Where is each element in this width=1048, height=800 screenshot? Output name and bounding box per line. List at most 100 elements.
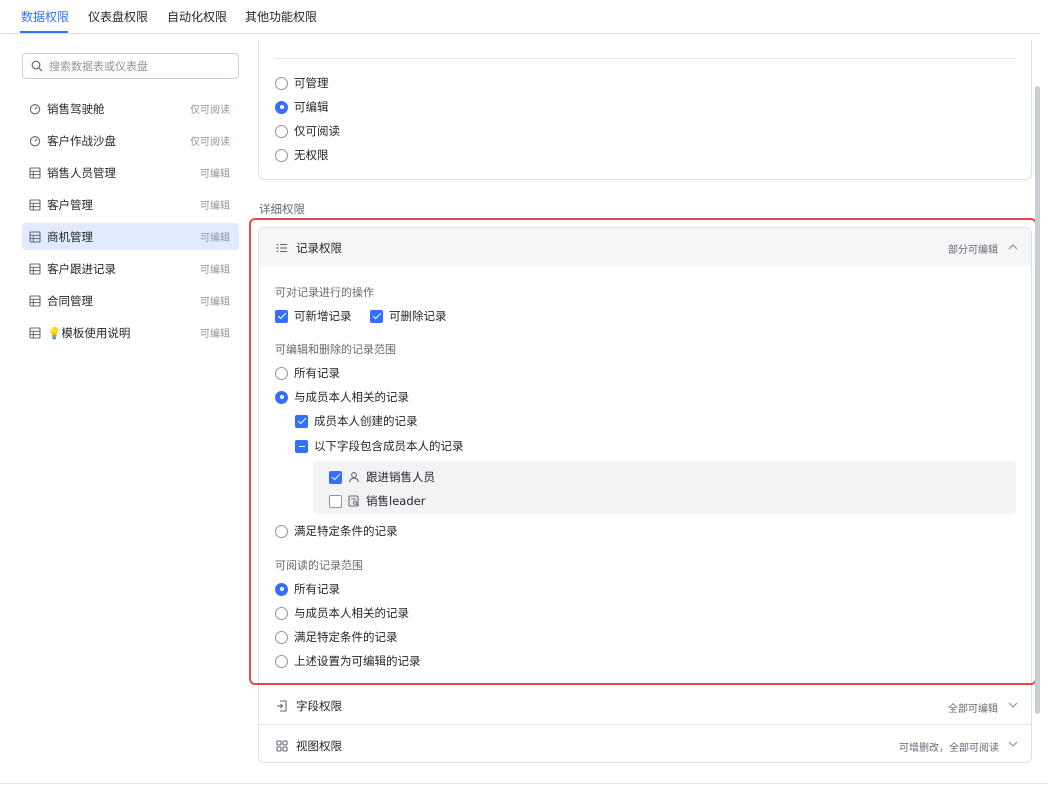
search-input[interactable] (49, 59, 229, 73)
checkbox-created-by-member[interactable]: 成员本人创建的记录 (295, 413, 418, 429)
edit-scope-all[interactable]: 所有记录 (275, 365, 340, 381)
field-permission-label: 字段权限 (296, 699, 342, 713)
option-no-permission[interactable]: 无权限 (275, 147, 329, 163)
radio-button[interactable] (275, 124, 288, 138)
sidebar-item-label: 💡模板使用说明 (47, 325, 131, 340)
radio-button[interactable] (275, 76, 288, 90)
sidebar-item-label: 销售人员管理 (47, 165, 116, 180)
radio-button[interactable] (275, 630, 288, 644)
field-permission-status: 全部可编辑 (948, 704, 998, 715)
view-permission-label: 视图权限 (296, 739, 342, 753)
divider (275, 58, 1015, 59)
checkbox-checked[interactable] (275, 309, 288, 323)
sidebar-item-permission: 可编辑 (200, 329, 230, 340)
sidebar-item-permission: 可编辑 (200, 201, 230, 212)
dashboard-icon (29, 135, 41, 147)
sidebar-item-permission: 仅可阅读 (190, 105, 230, 116)
radio-button[interactable] (275, 524, 288, 538)
option-edit[interactable]: 可编辑 (275, 99, 329, 115)
edit-scope-related[interactable]: 与成员本人相关的记录 (275, 389, 409, 405)
sidebar-item-sales-cockpit[interactable]: 销售驾驶舱 仅可阅读 (22, 95, 239, 122)
checkbox-field-sales-rep[interactable]: 跟进销售人员 (329, 469, 435, 485)
checkbox-fields-contain-member[interactable]: 以下字段包含成员本人的记录 (295, 438, 464, 454)
table-icon (29, 230, 41, 243)
record-permission-status: 部分可编辑 (948, 245, 998, 256)
radio-button[interactable] (275, 366, 288, 380)
checkbox-label: 可删除记录 (389, 309, 447, 323)
section-title: 详细权限 (259, 202, 305, 216)
sidebar-item-template-guide[interactable]: 💡模板使用说明 可编辑 (22, 319, 239, 346)
sidebar-item-contracts[interactable]: 合同管理 可编辑 (22, 287, 239, 314)
radio-button-selected[interactable] (275, 100, 288, 114)
sidebar-item-permission: 可编辑 (200, 297, 230, 308)
checkbox-delete-record[interactable]: 可删除记录 (370, 308, 447, 324)
checkbox-label: 成员本人创建的记录 (314, 414, 418, 428)
checkbox-checked[interactable] (295, 414, 308, 428)
chevron-up-icon[interactable] (1008, 243, 1018, 251)
option-label: 满足特定条件的记录 (294, 630, 398, 644)
table-icon (29, 326, 41, 339)
person-icon (349, 472, 359, 483)
table-icon (29, 262, 41, 275)
radio-button[interactable] (275, 654, 288, 668)
read-scope-condition[interactable]: 满足特定条件的记录 (275, 629, 398, 645)
dashboard-icon (29, 103, 41, 115)
checkbox-label: 销售leader (366, 494, 426, 508)
scrollbar[interactable] (1035, 86, 1040, 714)
option-label: 上述设置为可编辑的记录 (294, 654, 421, 668)
checkbox-field-sales-leader[interactable]: 销售leader (329, 493, 425, 509)
table-icon (29, 294, 41, 307)
checkbox-label: 跟进销售人员 (366, 470, 435, 484)
checkbox-checked[interactable] (370, 309, 383, 323)
field-permission-title[interactable]: 字段权限 (276, 698, 342, 714)
radio-button[interactable] (275, 148, 288, 162)
option-label: 可管理 (294, 76, 329, 90)
option-manage[interactable]: 可管理 (275, 75, 329, 91)
checkbox-unchecked[interactable] (329, 494, 342, 508)
sidebar-item-label: 客户管理 (47, 197, 93, 212)
sidebar-item-followups[interactable]: 客户跟进记录 可编辑 (22, 255, 239, 282)
table-permission-card (258, 40, 1032, 180)
chevron-down-icon[interactable] (1008, 740, 1018, 748)
option-label: 与成员本人相关的记录 (294, 606, 409, 620)
option-read-only[interactable]: 仅可阅读 (275, 123, 340, 139)
sidebar-item-label: 合同管理 (47, 293, 93, 308)
option-label: 所有记录 (294, 582, 340, 596)
tab-dashboard-permission[interactable]: 仪表盘权限 (88, 8, 148, 25)
active-tab-indicator (20, 31, 68, 33)
radio-button-selected[interactable] (275, 582, 288, 596)
field-icon (277, 700, 287, 712)
radio-button-selected[interactable] (275, 390, 288, 404)
read-scope-related[interactable]: 与成员本人相关的记录 (275, 605, 409, 621)
tab-data-permission[interactable]: 数据权限 (21, 8, 69, 25)
operations-label: 可对记录进行的操作 (275, 286, 374, 299)
radio-button[interactable] (275, 606, 288, 620)
sidebar-item-sales-staff[interactable]: 销售人员管理 可编辑 (22, 159, 239, 186)
tab-automation-permission[interactable]: 自动化权限 (167, 8, 227, 25)
record-permission-title[interactable]: 记录权限 (276, 240, 342, 256)
edit-scope-condition[interactable]: 满足特定条件的记录 (275, 523, 398, 539)
table-icon (29, 198, 41, 211)
sidebar-item-customer-sandbox[interactable]: 客户作战沙盘 仅可阅读 (22, 127, 239, 154)
checkbox-label: 可新增记录 (294, 309, 352, 323)
checkbox-checked[interactable] (329, 470, 342, 484)
sidebar-item-permission: 可编辑 (200, 169, 230, 180)
record-permission-header[interactable] (259, 228, 1031, 266)
sidebar-item-customers[interactable]: 客户管理 可编辑 (22, 191, 239, 218)
permission-tabs: 数据权限 仪表盘权限 自动化权限 其他功能权限 (0, 0, 1040, 34)
tab-other-permission[interactable]: 其他功能权限 (245, 8, 317, 25)
search-box[interactable] (22, 53, 239, 79)
option-label: 所有记录 (294, 366, 340, 380)
sidebar-item-label: 客户跟进记录 (47, 261, 116, 276)
list-icon (276, 243, 287, 253)
sidebar-item-label: 销售驾驶舱 (47, 101, 105, 116)
option-label: 可编辑 (294, 100, 329, 114)
checkbox-add-record[interactable]: 可新增记录 (275, 308, 352, 324)
sidebar-item-opportunities[interactable]: 商机管理 可编辑 (22, 223, 239, 250)
checkbox-indeterminate[interactable] (295, 439, 308, 453)
read-scope-editable[interactable]: 上述设置为可编辑的记录 (275, 653, 421, 669)
read-scope-all[interactable]: 所有记录 (275, 581, 340, 597)
view-permission-title[interactable]: 视图权限 (276, 738, 342, 754)
chevron-down-icon[interactable] (1008, 701, 1018, 709)
view-permission-status: 可增删改，全部可阅读 (899, 743, 999, 754)
